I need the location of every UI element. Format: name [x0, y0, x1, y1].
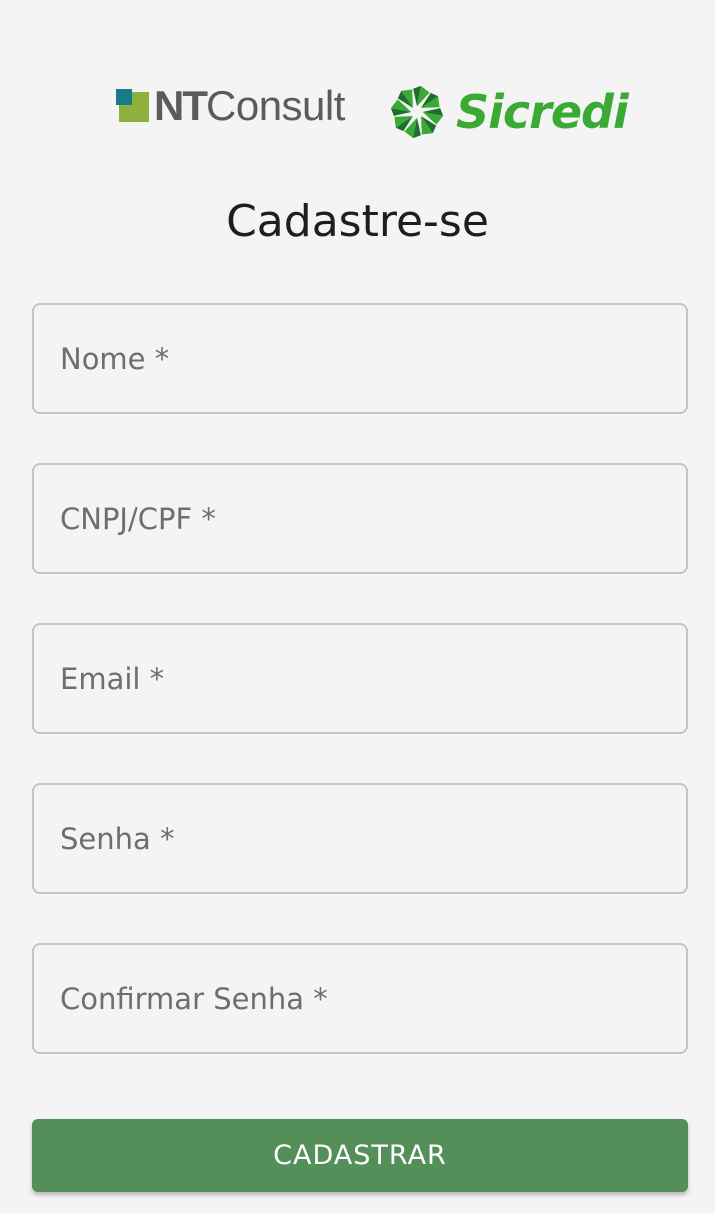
ntconsult-wordmark: NTConsult	[154, 85, 345, 127]
email-field[interactable]: Email *	[32, 623, 688, 734]
signup-page: NTConsult Sicredi Cadastre-se Nome * CNP…	[0, 0, 715, 1213]
sicredi-logo: Sicredi	[388, 82, 629, 142]
cadastrar-button-label: CADASTRAR	[273, 1140, 447, 1171]
confirmar-senha-placeholder: Confirmar Senha *	[60, 981, 328, 1016]
ntconsult-logo: NTConsult	[116, 85, 345, 127]
partner-logos: NTConsult Sicredi	[0, 82, 715, 144]
cnpj-cpf-field[interactable]: CNPJ/CPF *	[32, 463, 688, 574]
ntconsult-wordmark-bold: NT	[154, 82, 208, 129]
ntconsult-wordmark-light: Consult	[206, 82, 345, 129]
email-placeholder: Email *	[60, 661, 165, 696]
senha-placeholder: Senha *	[60, 821, 175, 856]
cadastrar-button[interactable]: CADASTRAR	[32, 1119, 688, 1192]
cnpj-cpf-placeholder: CNPJ/CPF *	[60, 501, 216, 536]
senha-field[interactable]: Senha *	[32, 783, 688, 894]
sicredi-pinwheel-icon	[390, 85, 444, 139]
confirmar-senha-field[interactable]: Confirmar Senha *	[32, 943, 688, 1054]
nome-field[interactable]: Nome *	[32, 303, 688, 414]
nome-placeholder: Nome *	[60, 341, 170, 376]
page-title: Cadastre-se	[226, 196, 489, 247]
ntconsult-mark-icon	[116, 89, 150, 123]
sicredi-wordmark: Sicredi	[456, 85, 629, 139]
